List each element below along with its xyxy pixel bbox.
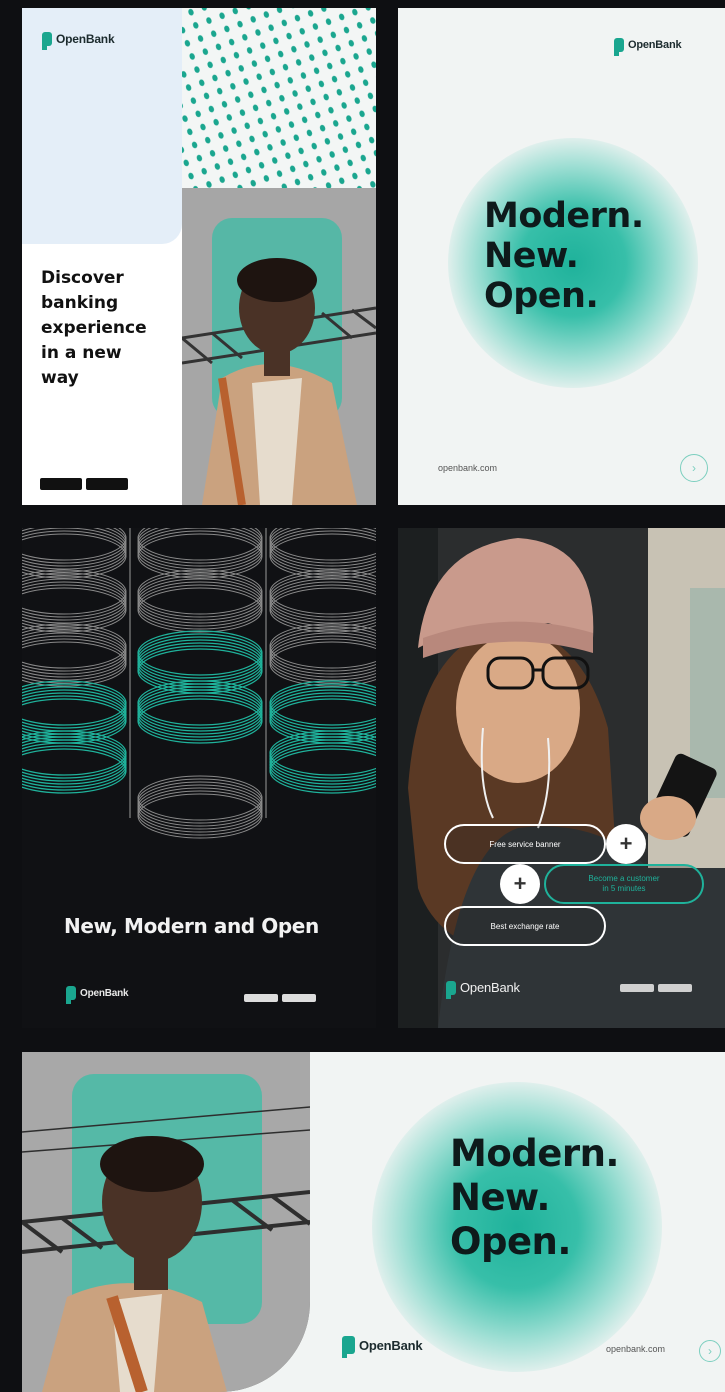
store-badges xyxy=(620,984,692,992)
app-store-badge[interactable] xyxy=(282,994,316,1002)
poster-headline: Modern. New. Open. xyxy=(484,196,644,316)
app-store-badge[interactable] xyxy=(658,984,692,992)
logo-wordmark: OpenBank xyxy=(628,39,682,51)
logo-wordmark: OpenBank xyxy=(80,987,129,999)
openbank-logo: OpenBank xyxy=(446,980,520,999)
website-url[interactable]: openbank.com xyxy=(438,463,497,473)
poster-new-modern-open: New, Modern and Open OpenBank xyxy=(22,528,376,1028)
openbank-logo: OpenBank xyxy=(614,38,682,56)
logo-wordmark: OpenBank xyxy=(460,980,520,995)
poster-title: New, Modern and Open xyxy=(64,914,319,938)
google-play-badge[interactable] xyxy=(244,994,278,1002)
arrow-right-icon[interactable]: › xyxy=(699,1340,721,1362)
man-photo xyxy=(22,1052,310,1392)
store-badges xyxy=(244,994,316,1002)
plus-icon[interactable]: + xyxy=(606,824,646,864)
dot-pattern xyxy=(182,8,376,188)
logo-wordmark: OpenBank xyxy=(56,32,115,46)
store-badges xyxy=(40,478,128,490)
openbank-logo-icon xyxy=(342,1336,355,1358)
poster-discover: OpenBank Discover banking experience in … xyxy=(22,8,376,505)
logo-wordmark: OpenBank xyxy=(359,1337,423,1353)
openbank-logo-icon xyxy=(446,980,456,999)
openbank-logo: OpenBank xyxy=(42,32,115,50)
app-store-badge[interactable] xyxy=(86,478,128,490)
feature-pill-exchange-rate[interactable]: Best exchange rate xyxy=(444,906,606,946)
poster-woman-phone: Free service banner + + Become a custome… xyxy=(398,528,725,1028)
openbank-logo: OpenBank xyxy=(66,986,129,1004)
woman-photo-illustration xyxy=(398,528,725,1028)
poster-headline: Discover banking experience in a new way xyxy=(41,268,147,388)
openbank-logo-icon xyxy=(66,986,76,1004)
openbank-logo-icon xyxy=(42,32,52,50)
openbank-logo: OpenBank xyxy=(342,1336,423,1358)
man-photo xyxy=(182,188,376,505)
website-url[interactable]: openbank.com xyxy=(606,1344,665,1354)
banner-modern-new-open: Modern. New. Open. OpenBank openbank.com… xyxy=(22,1052,725,1392)
banner-headline: Modern. New. Open. xyxy=(450,1132,619,1263)
man-photo-illustration xyxy=(22,1052,310,1392)
openbank-logo-icon xyxy=(614,38,624,56)
arrow-right-icon[interactable]: › xyxy=(680,454,708,482)
plus-icon[interactable]: + xyxy=(500,864,540,904)
feature-pill-become-customer[interactable]: Become a customer in 5 minutes xyxy=(544,864,704,904)
dot-pattern-graphic xyxy=(182,8,376,188)
concentric-rings-graphic xyxy=(22,528,376,839)
feature-pill-free-service[interactable]: Free service banner xyxy=(444,824,606,864)
poster-modern-new-open: OpenBank Modern. New. Open. openbank.com… xyxy=(398,8,725,505)
google-play-badge[interactable] xyxy=(620,984,654,992)
google-play-badge[interactable] xyxy=(40,478,82,490)
man-photo-illustration xyxy=(182,188,376,505)
